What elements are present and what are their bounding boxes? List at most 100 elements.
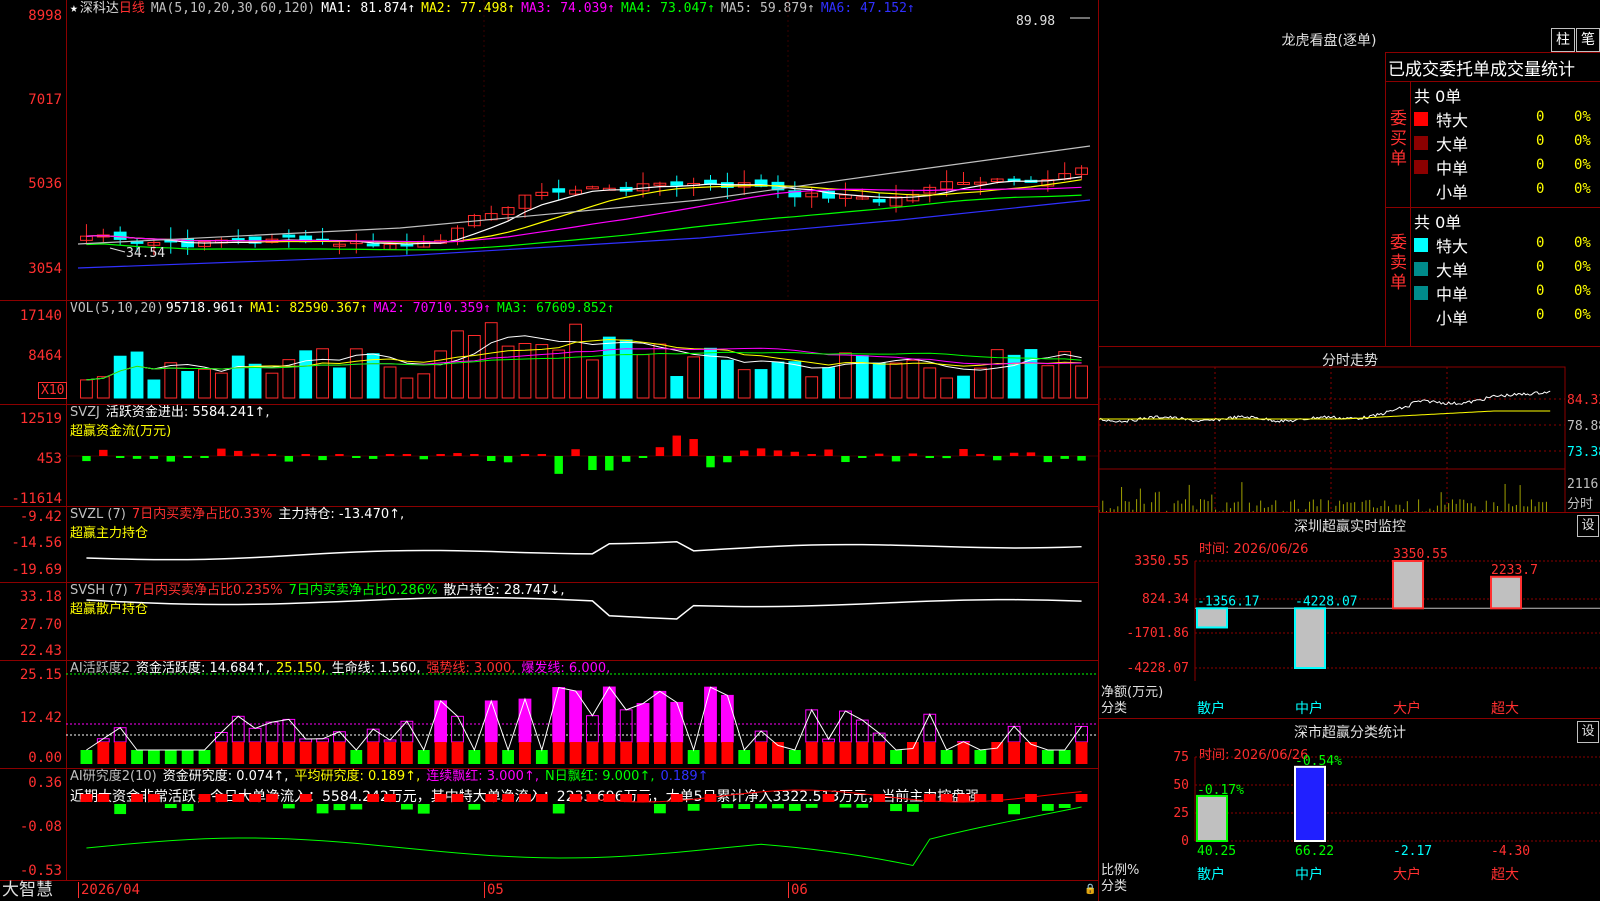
activity-base-bar [249, 742, 261, 764]
bar-mode-button[interactable]: 柱 [1551, 28, 1575, 52]
volume-bar [131, 352, 143, 398]
volume-bar [468, 335, 480, 398]
order-count: 0 [1536, 259, 1544, 275]
money-flow-bar [436, 454, 444, 456]
candle-body [114, 232, 126, 239]
activity-bar [806, 710, 818, 742]
research-bar [232, 794, 244, 802]
order-percent: 0% [1574, 181, 1591, 197]
money-flow-bar [1060, 456, 1068, 459]
activity-bar [502, 750, 514, 764]
activity-bar [603, 687, 615, 742]
order-size-label: 中单 [1436, 155, 1468, 179]
order-color-swatch [1414, 310, 1428, 324]
retail-line [86, 598, 1081, 619]
money-flow-bar [1077, 456, 1085, 461]
volume-bar [317, 349, 329, 398]
candle-body [671, 182, 683, 185]
volume-bar [654, 344, 666, 398]
money-flow-bar [1027, 452, 1035, 456]
money-flow-bar [673, 436, 681, 456]
research-bar [536, 794, 548, 802]
dragon-tiger-panel: 龙虎看盘(逐单) 柱 笔 已成交委托单成交量统计 委买单 共 0单 特大00%大… [1098, 0, 1600, 346]
activity-base-bar [570, 742, 582, 764]
volume-bar [182, 372, 194, 398]
research-bar [249, 794, 261, 802]
order-count: 0 [1536, 235, 1544, 251]
research-bar [1059, 804, 1071, 808]
order-color-swatch [1414, 286, 1428, 300]
ai-activity-panel[interactable]: 25.15 12.42 0.00 AI活跃度2资金活跃度: 14.684↑,25… [0, 660, 1098, 769]
ma-line [86, 195, 1081, 250]
research-bar [215, 794, 227, 802]
volume-bar [587, 360, 599, 398]
volume-bar [688, 357, 700, 398]
activity-base-bar [705, 742, 717, 764]
y-tick-label: 3350.55 [1134, 554, 1189, 569]
order-color-swatch [1414, 184, 1428, 198]
sz-class-panel[interactable]: 深市超赢分类统计 设 时间: 2026/06/26 7550250-0.17%4… [1098, 718, 1600, 901]
activity-base-bar [401, 742, 413, 764]
intraday-tick: 78.88 [1567, 419, 1600, 434]
category-label: 散户 [1197, 866, 1225, 883]
activity-bar [418, 750, 430, 764]
money-flow-bar [892, 456, 900, 461]
money-flow-bar [588, 456, 596, 470]
volume-bar [81, 380, 93, 398]
ratio-value-label: 66.22 [1295, 844, 1334, 859]
activity-base-bar [806, 742, 818, 764]
activity-bar [199, 750, 211, 764]
activity-bar [367, 729, 379, 742]
research-bar [283, 804, 295, 808]
order-count: 0 [1536, 157, 1544, 173]
order-size-label: 大单 [1436, 131, 1468, 155]
svzj-panel[interactable]: 12519 453 -11614 SVZJ活跃资金进出: 5584.241↑, … [0, 404, 1098, 507]
activity-base-bar [334, 742, 346, 764]
lock-icon[interactable]: 🔒 [1084, 884, 1096, 895]
intraday-panel[interactable]: 分时走势 84.33 78.88 73.38 2116 分时 [1098, 346, 1600, 513]
ai-research-panel[interactable]: 0.36 -0.08 -0.53 AI研究度2(10)资金研究度: 0.074↑… [0, 768, 1098, 881]
activity-base-bar [300, 742, 312, 764]
order-count: 0 [1536, 109, 1544, 125]
activity-bar [688, 750, 700, 764]
research-bar [789, 804, 801, 811]
order-size-label: 特大 [1436, 107, 1468, 131]
net-bar [1295, 608, 1325, 668]
volume-bar [97, 377, 109, 398]
activity-base-bar [620, 742, 632, 764]
order-stats-box: 已成交委托单成交量统计 委买单 共 0单 特大00%大单00%中单00%小单00… [1385, 52, 1600, 347]
volume-bar [840, 353, 852, 398]
order-color-swatch [1414, 238, 1428, 252]
research-bar [806, 804, 818, 808]
activity-base-bar [1008, 742, 1020, 764]
order-stats-header: 已成交委托单成交量统计 [1388, 55, 1575, 80]
money-flow-bar [335, 454, 343, 456]
money-flow-bar [521, 454, 529, 456]
intraday-vol-tick: 2116 [1567, 477, 1598, 492]
svzl-panel[interactable]: -9.42 -14.56 -19.69 SVZL (7)7日内买卖净占比0.33… [0, 506, 1098, 583]
research-bar [384, 794, 396, 802]
activity-base-bar [873, 742, 885, 764]
money-flow-bar [605, 456, 613, 470]
money-flow-bar [841, 456, 849, 462]
activity-base-bar [435, 742, 447, 764]
kline-panel[interactable]: 8998 7017 5036 3054 ★深科达日线MA(5,10,20,30,… [0, 0, 1098, 301]
research-green-line [86, 807, 1081, 866]
volume-chart [0, 300, 1098, 404]
volume-bar [384, 367, 396, 398]
volume-bar [1042, 366, 1054, 398]
money-flow-bar [420, 456, 428, 459]
activity-bar [519, 699, 531, 742]
money-flow-bar [538, 454, 546, 456]
svsh-panel[interactable]: 33.18 27.70 22.43 SVSH (7)7日内买卖净占比0.235%… [0, 582, 1098, 661]
money-flow-bar [504, 456, 512, 462]
date-axis-bar[interactable]: 大智慧 2026/04 05 06 🔒 [0, 880, 1098, 900]
sz-monitor-panel[interactable]: 深圳超赢实时监控 设 时间: 2026/06/26 3350.55824.34-… [1098, 512, 1600, 719]
tick-mode-button[interactable]: 笔 [1576, 28, 1600, 52]
svzl-chart [0, 506, 1098, 582]
volume-bar [148, 380, 160, 398]
volume-panel[interactable]: 17140 8464 X10 VOL(5,10,20)95718.961↑MA1… [0, 300, 1098, 405]
volume-bar [924, 368, 936, 398]
research-bar [553, 804, 565, 813]
intraday-chart [1099, 347, 1600, 513]
